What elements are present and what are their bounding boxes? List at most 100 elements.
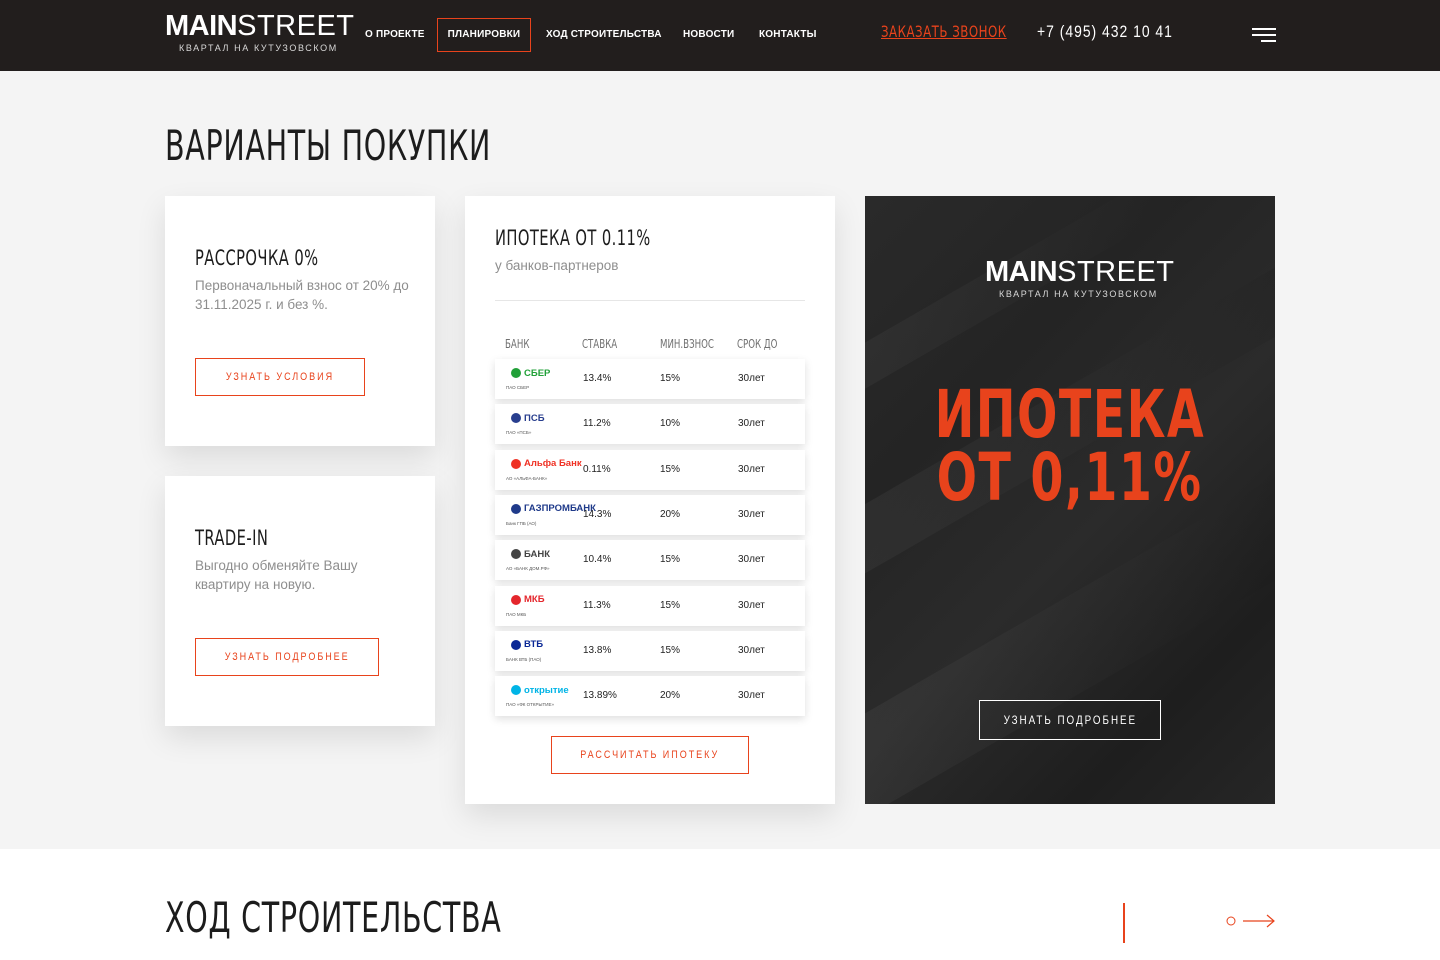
bank-row: Альфа Банк АО «АЛЬФА-БАНК» 0.11% 15% 30лет <box>495 449 805 490</box>
promo-logo: MAINSTREET КВАРТАЛ НА КУТУЗОВСКОМ <box>985 258 1174 302</box>
bank-rate: 11.2% <box>583 418 611 430</box>
bank-logo: ВТБ <box>511 638 571 652</box>
bank-name: открытие <box>524 684 569 696</box>
bank-row: МКБ ПАО МКБ 11.3% 15% 30лет <box>495 585 805 626</box>
bank-term: 30лет <box>738 418 765 430</box>
bank-min-payment: 20% <box>660 508 681 520</box>
divider <box>495 300 805 301</box>
bank-mark-icon <box>511 594 521 605</box>
arrow-right-icon[interactable] <box>1225 911 1275 931</box>
col-term: СРОК ДО <box>737 337 778 351</box>
slider-divider <box>1123 903 1125 943</box>
bank-legal-name: ПАО «ФК ОТКРЫТИЕ» <box>506 702 555 708</box>
bank-name: МКБ <box>524 594 545 605</box>
logo-wordmark: MAINSTREET <box>165 10 355 42</box>
bank-logo: БАНК <box>511 547 571 561</box>
installment-button[interactable]: УЗНАТЬ УСЛОВИЯ <box>195 358 365 396</box>
bank-term: 30лет <box>738 373 765 384</box>
menu-icon[interactable] <box>1250 26 1276 44</box>
bank-min-payment: 15% <box>660 599 681 611</box>
bank-name: ВТБ <box>524 639 544 651</box>
bank-min-payment: 20% <box>660 690 681 702</box>
bank-term: 30лет <box>738 690 765 702</box>
bank-rate: 13.89% <box>583 690 617 702</box>
bank-logo: СБЕР <box>511 366 571 380</box>
bank-term: 30лет <box>738 508 765 520</box>
bank-term: 30лет <box>738 644 765 656</box>
bank-row: ГАЗПРОМБАНК Банк ГПБ (АО) 14.3% 20% 30лет <box>495 494 805 535</box>
bank-legal-name: ПАО МКБ <box>506 611 527 617</box>
promo-title-line2: ОТ 0,11% <box>937 439 1203 516</box>
mortgage-title: ИПОТЕКА ОТ 0.11% <box>495 226 651 250</box>
nav-contacts[interactable]: КОНТАКТЫ <box>759 18 816 52</box>
bank-legal-name: Банк ГПБ (АО) <box>506 520 537 526</box>
bank-legal-name: АО «БАНК ДОМ.РФ» <box>506 566 550 572</box>
bank-legal-name: БАНК ВТБ (ПАО) <box>506 656 542 662</box>
bank-logo: ПСБ <box>511 411 571 425</box>
bank-logo: открытие <box>511 683 571 697</box>
nav-news[interactable]: НОВОСТИ <box>683 18 734 52</box>
bank-mark-icon <box>511 549 521 560</box>
order-call-link[interactable]: ЗАКАЗАТЬ ЗВОНОК <box>881 22 1007 41</box>
tradein-title: TRADE-IN <box>195 526 269 550</box>
bank-rate: 13.4% <box>583 373 612 384</box>
calculate-mortgage-button[interactable]: РАССЧИТАТЬ ИПОТЕКУ <box>551 736 749 774</box>
bank-legal-name: АО «АЛЬФА-БАНК» <box>506 475 548 481</box>
bank-logo: ГАЗПРОМБАНК <box>511 502 596 516</box>
bank-logo: Альфа Банк <box>511 457 582 471</box>
promo-banner: MAINSTREET КВАРТАЛ НА КУТУЗОВСКОМ ИПОТЕК… <box>865 196 1275 804</box>
promo-logo-subtitle: КВАРТАЛ НА КУТУЗОВСКОМ <box>999 289 1158 299</box>
bank-min-payment: 15% <box>660 463 681 475</box>
bank-rate: 0.11% <box>583 463 611 475</box>
bank-min-payment: 10% <box>660 418 681 430</box>
bank-rate: 10.4% <box>583 554 612 566</box>
bank-mark-icon <box>511 413 521 424</box>
site-logo[interactable]: MAINSTREET КВАРТАЛ НА КУТУЗОВСКОМ <box>165 12 354 56</box>
bank-row: СБЕР ПАО СБЕР 13.4% 15% 30лет <box>495 359 805 399</box>
construction-title: ХОД СТРОИТЕЛЬСТВА <box>165 893 502 942</box>
nav-about[interactable]: О ПРОЕКТЕ <box>365 18 424 52</box>
installment-text: Первоначальный взнос от 20% до 31.11.202… <box>195 278 409 312</box>
bank-rate: 14.3% <box>583 508 612 520</box>
tradein-card: TRADE-IN Выгодно обменяйте Вашу квартиру… <box>165 476 435 726</box>
section-title: ВАРИАНТЫ ПОКУПКИ <box>165 121 492 170</box>
bank-mark-icon <box>511 503 521 514</box>
bank-legal-name: ПАО СБЕР <box>506 385 530 390</box>
tradein-text: Выгодно обменяйте Вашу квартиру на новую… <box>195 558 358 592</box>
bank-name: ПСБ <box>524 412 545 424</box>
bank-min-payment: 15% <box>660 644 681 656</box>
bank-row: БАНК АО «БАНК ДОМ.РФ» 10.4% 15% 30лет <box>495 540 805 581</box>
logo-subtitle: КВАРТАЛ НА КУТУЗОВСКОМ <box>179 43 338 53</box>
bank-min-payment: 15% <box>660 554 681 566</box>
bank-name: СБЕР <box>524 367 551 379</box>
installment-card: РАССРОЧКА 0% Первоначальный взнос от 20%… <box>165 196 435 446</box>
bank-mark-icon <box>511 685 521 696</box>
nav-construction[interactable]: ХОД СТРОИТЕЛЬСТВА <box>546 18 662 52</box>
nav-layouts[interactable]: ПЛАНИРОВКИ <box>437 18 531 52</box>
bank-row: ВТБ БАНК ВТБ (ПАО) 13.8% 15% 30лет <box>495 630 805 671</box>
mortgage-subtitle: у банков-партнеров <box>495 258 619 273</box>
bank-rate: 11.3% <box>583 599 611 611</box>
promo-logo-wordmark: MAINSTREET <box>985 256 1175 288</box>
installment-title: РАССРОЧКА 0% <box>195 246 319 270</box>
bank-row: открытие ПАО «ФК ОТКРЫТИЕ» 13.89% 20% 30лет <box>495 676 805 717</box>
bank-rate: 13.8% <box>583 644 612 656</box>
phone-number[interactable]: +7 (495) 432 10 41 <box>1037 22 1173 42</box>
bank-term: 30лет <box>738 463 765 475</box>
bank-mark-icon <box>511 368 521 378</box>
col-bank: БАНК <box>505 337 530 351</box>
tradein-button[interactable]: УЗНАТЬ ПОДРОБНЕЕ <box>195 638 379 676</box>
bank-name: Альфа Банк <box>524 458 582 470</box>
site-header: MAINSTREET КВАРТАЛ НА КУТУЗОВСКОМ О ПРОЕ… <box>0 0 1440 71</box>
promo-button[interactable]: УЗНАТЬ ПОДРОБНЕЕ <box>979 700 1161 740</box>
mortgage-card: ИПОТЕКА ОТ 0.11% у банков-партнеров БАНК… <box>465 196 835 804</box>
bank-term: 30лет <box>738 554 765 566</box>
bank-logo: МКБ <box>511 593 571 607</box>
col-min-payment: МИН.ВЗНОС <box>660 337 714 351</box>
bank-legal-name: ПАО «ПСБ» <box>506 430 532 436</box>
bank-term: 30лет <box>738 599 765 611</box>
bank-min-payment: 15% <box>660 373 681 384</box>
bank-mark-icon <box>511 639 521 650</box>
bank-name: БАНК <box>524 548 550 560</box>
bank-mark-icon <box>511 458 521 469</box>
